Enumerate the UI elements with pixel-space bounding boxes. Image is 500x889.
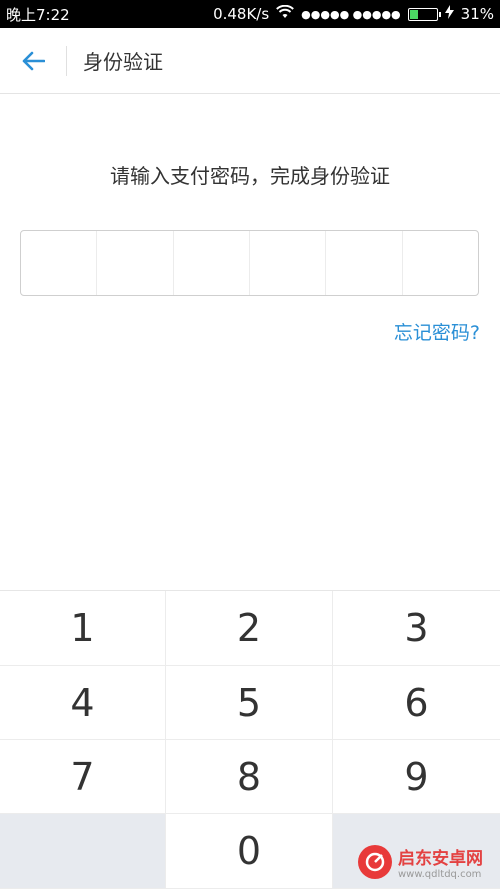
password-prompt: 请输入支付密码，完成身份验证 — [110, 164, 390, 188]
key-7[interactable]: 7 — [0, 740, 166, 814]
page-title: 身份验证 — [83, 50, 163, 74]
key-blank — [0, 814, 166, 889]
pin-cell[interactable] — [250, 231, 327, 295]
forgot-password-link[interactable]: 忘记密码? — [394, 318, 480, 345]
signal-dots-icon: ●●●●● ●●●●● — [301, 7, 401, 21]
key-1[interactable]: 1 — [0, 591, 166, 666]
pin-cell[interactable] — [174, 231, 250, 295]
arrow-left-icon — [22, 51, 45, 70]
status-time: 晚上7:22 — [6, 5, 70, 24]
watermark-url: www.qdltdq.com — [398, 869, 482, 880]
key-4[interactable]: 4 — [0, 666, 166, 740]
pin-cell[interactable] — [403, 231, 478, 295]
pin-cell[interactable] — [97, 231, 174, 295]
battery-percent: 31% — [460, 5, 494, 23]
key-3[interactable]: 3 — [333, 591, 500, 666]
network-speed: 0.48K/s — [213, 5, 270, 23]
pin-input[interactable] — [20, 230, 479, 296]
key-0[interactable]: 0 — [166, 814, 333, 889]
status-bar: 晚上7:22 0.48K/s ●●●●● ●●●●● 31% — [0, 0, 500, 28]
key-2[interactable]: 2 — [166, 591, 333, 666]
back-button[interactable] — [0, 28, 66, 94]
watermark-logo-icon — [358, 845, 392, 879]
nav-header: 身份验证 — [0, 28, 500, 94]
status-right: 0.48K/s ●●●●● ●●●●● 31% — [213, 4, 494, 23]
pin-cell[interactable] — [21, 231, 98, 295]
key-9[interactable]: 9 — [333, 740, 500, 814]
pin-cell[interactable] — [326, 231, 403, 295]
charging-icon — [444, 5, 454, 23]
key-5[interactable]: 5 — [166, 666, 333, 740]
watermark-name: 启东安卓网 — [398, 849, 483, 869]
watermark: 启东安卓网 www.qdltdq.com — [358, 837, 498, 887]
battery-icon — [407, 7, 441, 21]
key-6[interactable]: 6 — [333, 666, 500, 740]
wifi-icon — [276, 4, 295, 23]
key-8[interactable]: 8 — [166, 740, 333, 814]
header-divider — [66, 45, 67, 76]
